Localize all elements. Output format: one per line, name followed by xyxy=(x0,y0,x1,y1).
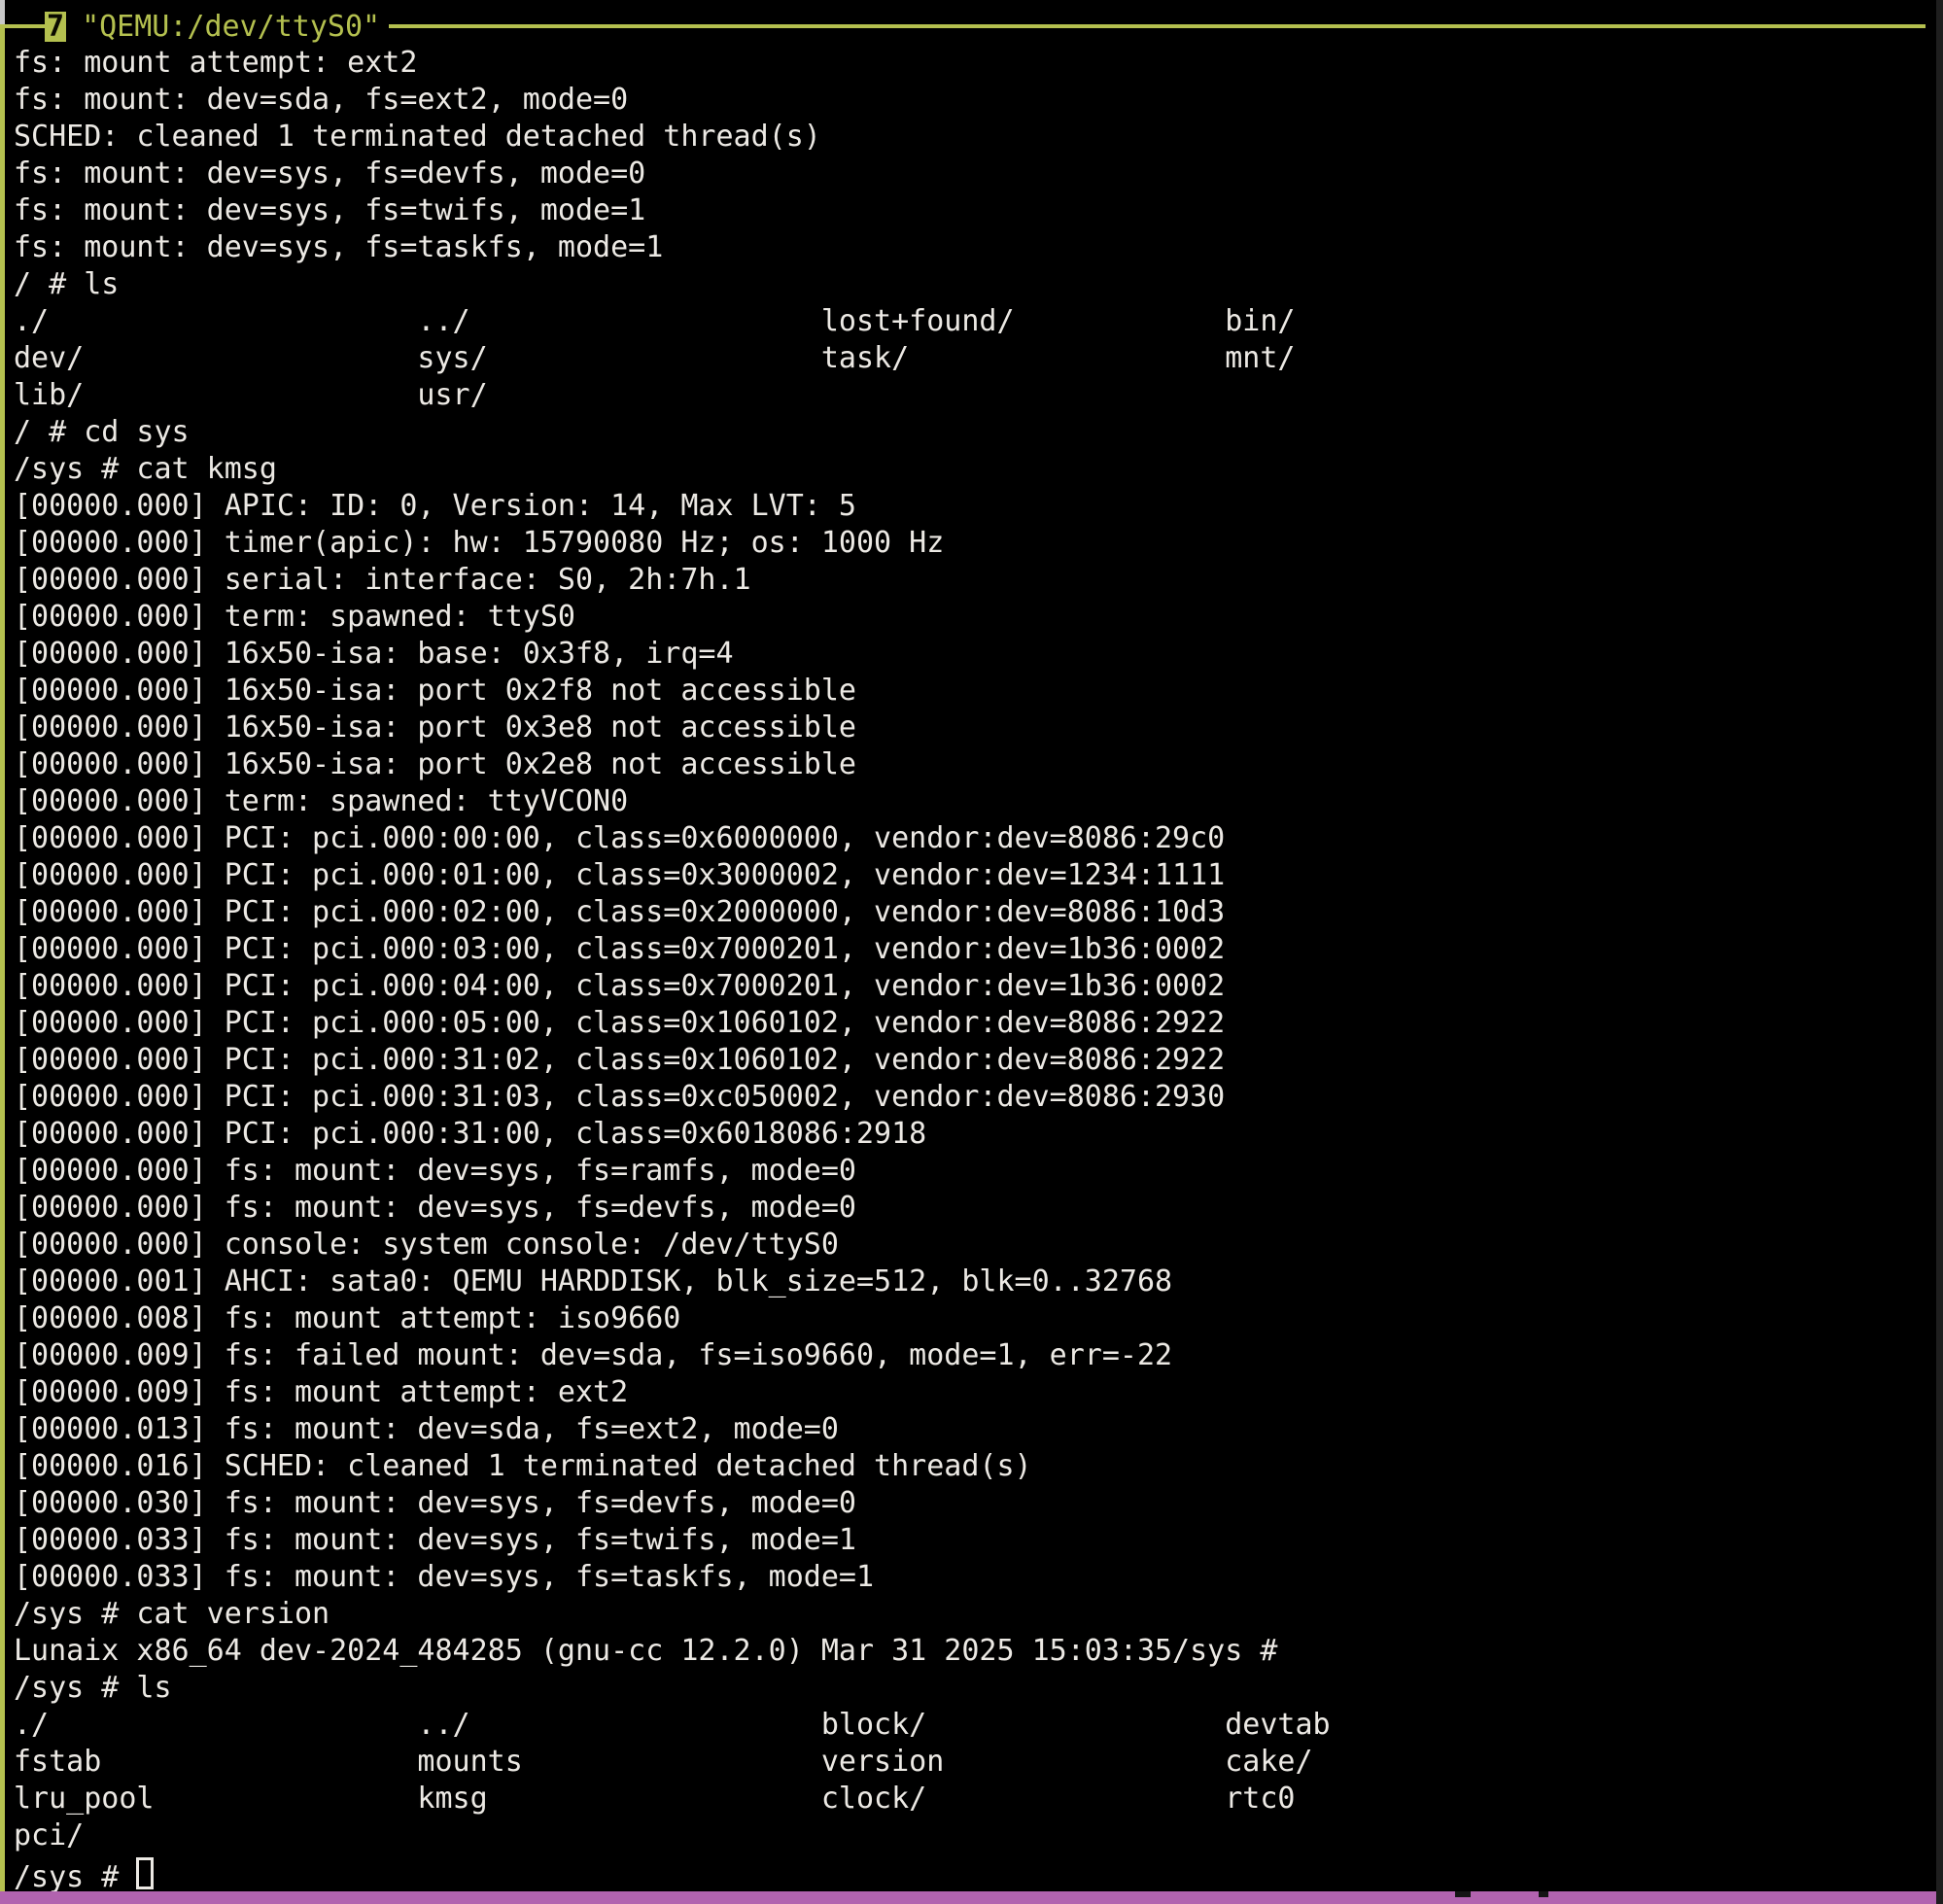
pane-title: "QEMU:/dev/ttyS0" xyxy=(82,12,380,42)
terminal-cursor xyxy=(136,1857,154,1889)
terminal-output[interactable]: fs: mount attempt: ext2 fs: mount: dev=s… xyxy=(14,45,1331,1896)
pane-border-top-left-line xyxy=(0,24,45,28)
terminal-scrollback-text: fs: mount attempt: ext2 fs: mount: dev=s… xyxy=(14,46,1331,1852)
pane-border-top-line xyxy=(389,24,1926,28)
pane-border-left xyxy=(0,27,5,1891)
window-edge-strip xyxy=(1936,0,1943,1904)
status-bar xyxy=(0,1891,1936,1904)
shell-prompt: /sys # xyxy=(14,1860,136,1894)
pane-title-bar: 7 "QEMU:/dev/ttyS0" xyxy=(0,8,1934,45)
status-bar-clipped-glyph xyxy=(1539,1891,1548,1897)
terminal-window: 7 "QEMU:/dev/ttyS0" fs: mount attempt: e… xyxy=(0,0,1943,1904)
pane-index-badge: 7 xyxy=(45,12,66,42)
status-bar-clipped-glyph xyxy=(1455,1891,1471,1897)
